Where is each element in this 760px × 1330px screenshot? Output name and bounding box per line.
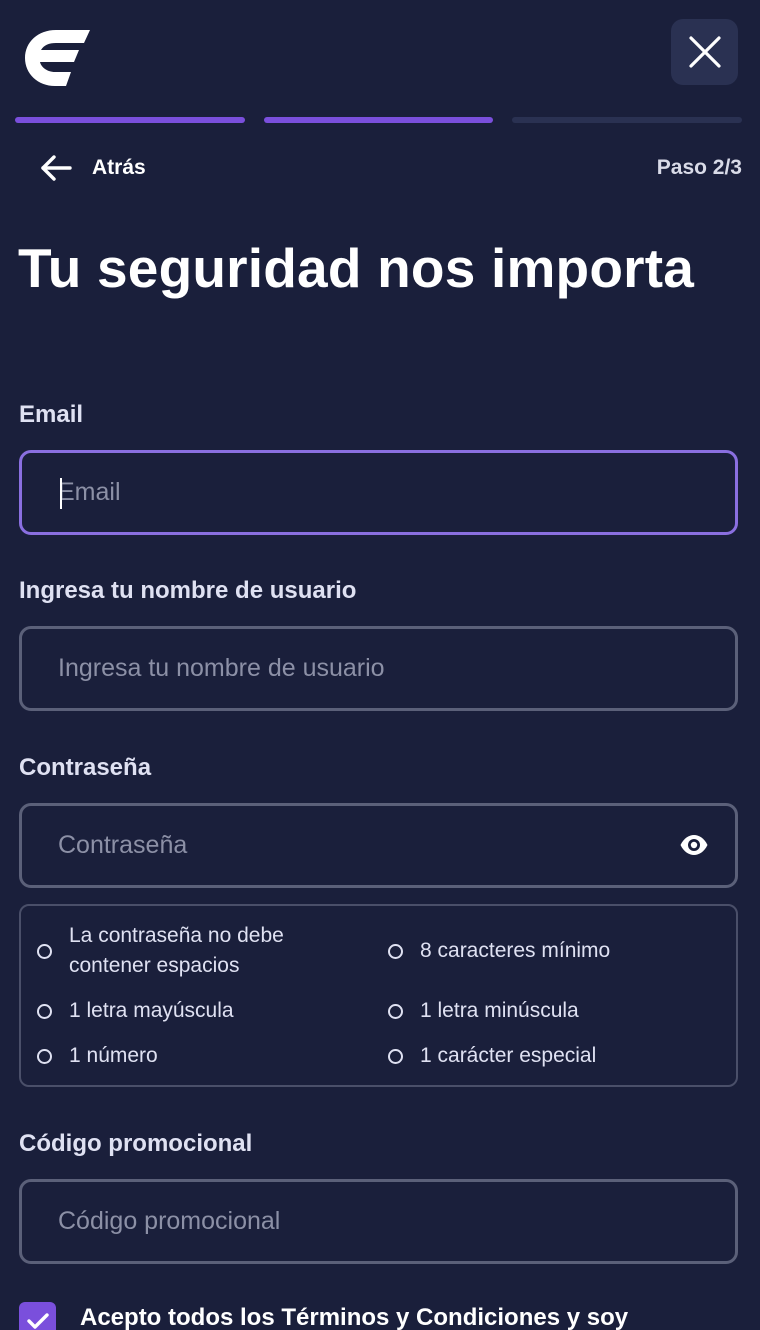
password-rule: 1 letra minúscula bbox=[388, 996, 579, 1026]
password-rule-text: 1 letra minúscula bbox=[420, 999, 579, 1022]
password-rule: 8 caracteres mínimo bbox=[388, 936, 610, 966]
text-caret bbox=[60, 478, 62, 509]
page-title: Tu seguridad nos importa bbox=[18, 237, 695, 299]
password-rule-text: 1 carácter especial bbox=[420, 1044, 597, 1067]
step-indicator: Paso 2/3 bbox=[656, 156, 742, 179]
email-label: Email bbox=[19, 401, 84, 428]
password-rule-text: 8 caracteres mínimo bbox=[420, 939, 611, 962]
password-rule: 1 carácter especial bbox=[388, 1041, 596, 1071]
step-progress-bar bbox=[15, 117, 742, 123]
circle-icon bbox=[388, 1048, 403, 1064]
email-field-container bbox=[19, 450, 738, 535]
close-button[interactable] bbox=[671, 19, 738, 85]
password-rule: 1 letra mayúscula bbox=[37, 996, 234, 1026]
circle-icon bbox=[388, 1003, 403, 1019]
close-icon bbox=[688, 36, 721, 68]
progress-step-2 bbox=[264, 117, 493, 123]
eye-icon[interactable] bbox=[679, 833, 709, 857]
password-rule: 1 número bbox=[37, 1041, 158, 1071]
password-label: Contraseña bbox=[19, 754, 152, 781]
password-field[interactable] bbox=[58, 806, 638, 885]
back-label: Atrás bbox=[92, 156, 146, 179]
password-field-container bbox=[19, 803, 738, 888]
arrow-left-icon bbox=[41, 155, 72, 181]
back-button[interactable]: Atrás bbox=[40, 150, 146, 186]
username-label: Ingresa tu nombre de usuario bbox=[19, 577, 357, 604]
terms-checkbox[interactable] bbox=[19, 1302, 56, 1330]
password-rule-text: 1 letra mayúscula bbox=[69, 999, 234, 1022]
brand-logo-icon bbox=[25, 30, 90, 86]
circle-icon bbox=[37, 943, 52, 959]
terms-label: Acepto todos los Términos y Condiciones … bbox=[80, 1304, 629, 1330]
username-field-container bbox=[19, 626, 738, 711]
progress-step-1 bbox=[15, 117, 245, 123]
circle-icon bbox=[37, 1003, 52, 1019]
checkmark-icon bbox=[26, 1312, 49, 1329]
promo-code-field[interactable] bbox=[58, 1182, 658, 1261]
password-requirements: La contraseña no debe contener espacios … bbox=[19, 904, 738, 1087]
email-field[interactable] bbox=[58, 453, 658, 532]
progress-step-3 bbox=[512, 117, 742, 123]
password-rule-text: 1 número bbox=[69, 1044, 158, 1067]
promo-code-field-container bbox=[19, 1179, 738, 1264]
password-rule-text: La contraseña no debe contener espacios bbox=[69, 924, 284, 977]
circle-icon bbox=[37, 1048, 52, 1064]
promo-code-label: Código promocional bbox=[19, 1130, 253, 1157]
username-field[interactable] bbox=[58, 629, 658, 708]
circle-icon bbox=[388, 943, 403, 959]
signup-step-page: Atrás Paso 2/3 Tu seguridad nos importa … bbox=[0, 0, 760, 1330]
password-rule: La contraseña no debe contener espacios bbox=[37, 921, 337, 981]
